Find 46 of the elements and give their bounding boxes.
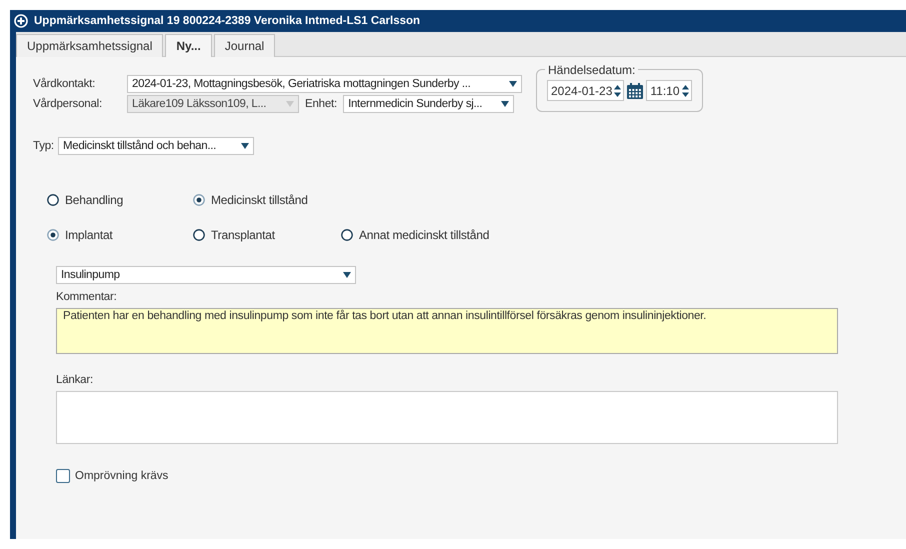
window-title: Uppmärksamhetssignal 19 800224-2389 Veronika Intmed-LS1 Carlsson bbox=[34, 15, 420, 27]
field-label: Länkar: bbox=[56, 374, 94, 386]
implant-dropdown[interactable]: Insulinpump bbox=[56, 266, 356, 284]
caret-icon bbox=[240, 143, 249, 149]
tab[interactable]: Ny... bbox=[165, 34, 212, 57]
type-dropdown[interactable]: Medicinskt tillstånd och behan... bbox=[58, 137, 254, 155]
radio-button[interactable] bbox=[193, 228, 205, 240]
radio-option[interactable]: Annat medicinskt tillstånd bbox=[341, 228, 541, 242]
radio-option[interactable]: Transplantat bbox=[193, 228, 341, 242]
caret-icon bbox=[501, 101, 510, 107]
radio-option[interactable]: Implantat bbox=[47, 228, 193, 242]
field-label: Enhet: bbox=[305, 98, 338, 110]
caret-icon bbox=[286, 101, 294, 107]
spinner-icon[interactable] bbox=[682, 84, 689, 96]
checkbox-option[interactable]: Omprövning krävs bbox=[56, 469, 906, 483]
radio-option[interactable]: Behandling bbox=[47, 192, 193, 206]
tab[interactable]: Uppmärksamhetssignal bbox=[16, 34, 164, 57]
spinner-icon[interactable] bbox=[614, 84, 622, 96]
field-label: Typ: bbox=[33, 140, 54, 152]
links-field[interactable] bbox=[56, 391, 838, 444]
checkbox-label: Omprövning krävs bbox=[75, 470, 168, 482]
radio-label: Implantat bbox=[65, 228, 113, 242]
comment-field[interactable]: Patienten har en behandling med insulinpump som inte får tas bort utan att annan insulintillförsel försäkras genom insulininjektioner. bbox=[56, 308, 838, 354]
radio-label: Medicinskt tillstånd bbox=[211, 192, 308, 206]
radio-button[interactable] bbox=[193, 194, 205, 206]
calendar-icon[interactable] bbox=[626, 82, 644, 100]
checkbox[interactable] bbox=[56, 469, 70, 483]
group-label: Händelsedatum: bbox=[545, 63, 638, 77]
radio-button[interactable] bbox=[47, 194, 59, 206]
date-field[interactable]: 2024-01-23 bbox=[547, 80, 624, 101]
time-field[interactable]: 11:10 bbox=[646, 80, 692, 101]
caret-icon bbox=[509, 81, 517, 87]
field-label: Kommentar: bbox=[56, 291, 118, 303]
radio-option[interactable]: Medicinskt tillstånd bbox=[193, 192, 341, 206]
radio-button[interactable] bbox=[47, 228, 59, 240]
care-contact-dropdown[interactable]: 2024-01-23, Mottagningsbesök, Geriatriska mottagningen Sunderby ... bbox=[127, 75, 522, 93]
unit-dropdown[interactable]: Internmedicin Sunderby sj... bbox=[343, 95, 514, 113]
radio-label: Transplantat bbox=[211, 228, 275, 242]
radio-button[interactable] bbox=[341, 228, 353, 240]
field-label: Vårdpersonal: bbox=[33, 98, 103, 110]
tab[interactable]: Journal bbox=[214, 34, 276, 57]
field-label: Vårdkontakt: bbox=[33, 78, 96, 90]
radio-label: Annat medicinskt tillstånd bbox=[359, 228, 490, 242]
caret-icon bbox=[343, 272, 351, 278]
plus-circle-icon bbox=[14, 14, 28, 28]
radio-label: Behandling bbox=[65, 192, 124, 206]
